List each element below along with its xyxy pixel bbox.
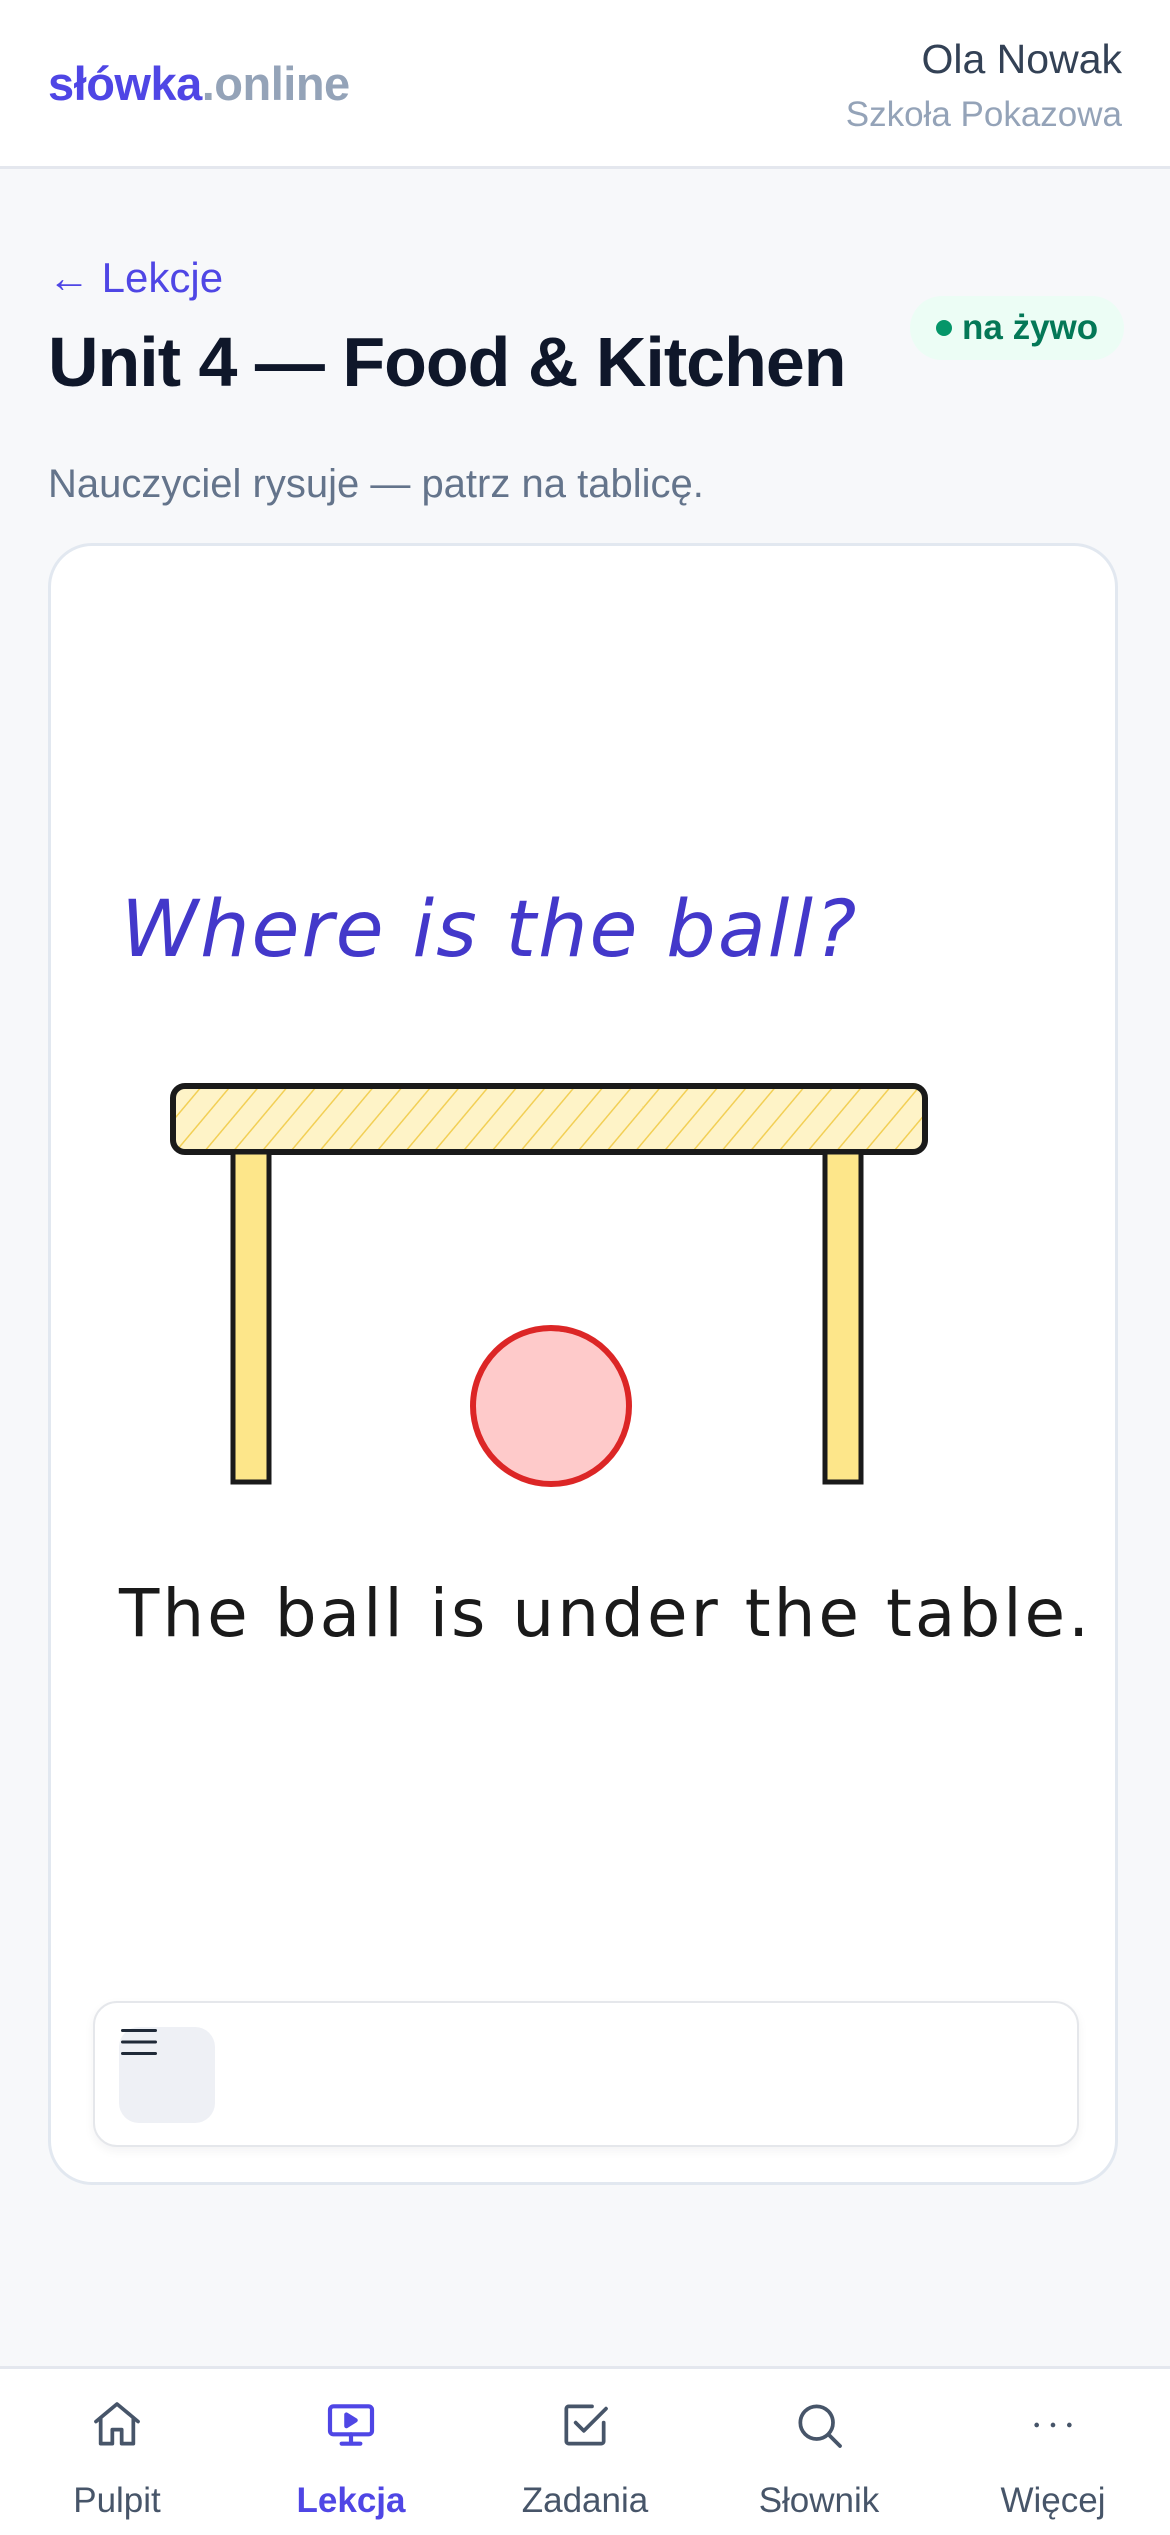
bottom-nav: Pulpit Lekcja Zadania Słownik Więcej [0, 2366, 1170, 2535]
search-icon [798, 2404, 842, 2448]
presentation-icon [327, 2404, 375, 2446]
live-status-badge: na żywo [910, 296, 1125, 360]
ball-drawing [470, 1325, 632, 1487]
live-status-label: na żywo [962, 308, 1099, 347]
user-school: Szkoła Pokazowa [845, 95, 1122, 134]
lesson-subtitle: Nauczyciel rysuje — patrz na tablicę. [48, 462, 704, 506]
top-bar: słówka.online Ola Nowak Szkoła Pokazowa [0, 0, 1170, 169]
nav-item-pulpit[interactable]: Pulpit [0, 2369, 234, 2535]
nav-label: Słownik [758, 2481, 880, 2520]
nav-label: Zadania [521, 2481, 649, 2520]
nav-item-wiecej[interactable]: Więcej [936, 2369, 1170, 2535]
board-toolbar [93, 2001, 1079, 2147]
checkbox-icon [564, 2404, 608, 2446]
board-question: Where is the ball? [121, 885, 858, 975]
lesson-title: Unit 4 — Food & Kitchen [48, 323, 847, 401]
nav-label: Więcej [1000, 2481, 1106, 2520]
hamburger-icon [121, 2029, 157, 2055]
toolbar-menu-button[interactable] [119, 2027, 215, 2123]
back-to-lessons-link[interactable]: ← Lekcje [48, 254, 223, 302]
live-dot-icon [936, 320, 952, 336]
whiteboard[interactable]: Where is the ball? The ball is under the… [48, 543, 1118, 2185]
nav-label: Lekcja [296, 2481, 406, 2520]
brand-logo[interactable]: słówka.online [48, 56, 350, 111]
nav-label: Pulpit [73, 2481, 161, 2520]
user-name: Ola Nowak [921, 36, 1122, 82]
nav-item-slownik[interactable]: Słownik [702, 2369, 936, 2535]
nav-item-lekcja[interactable]: Lekcja [234, 2369, 468, 2535]
whiteboard-canvas: Where is the ball? The ball is under the… [118, 885, 1092, 1652]
home-icon [94, 2402, 140, 2446]
board-answer: The ball is under the table. [118, 1575, 1092, 1652]
brand-primary: słówka [48, 57, 202, 110]
nav-item-zadania[interactable]: Zadania [468, 2369, 702, 2535]
user-info[interactable]: Ola Nowak Szkoła Pokazowa [846, 34, 1122, 138]
more-icon [1034, 2422, 1072, 2428]
brand-secondary: .online [201, 57, 350, 110]
